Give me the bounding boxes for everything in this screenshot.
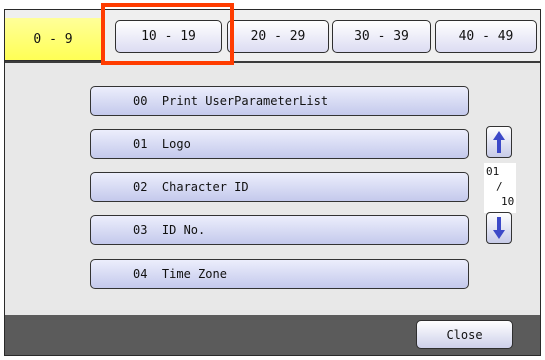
page-indicator: 01 / 10 [484, 163, 516, 213]
tab-0-9[interactable]: 0 - 9 [5, 18, 102, 61]
tab-30-39[interactable]: 30 - 39 [332, 20, 431, 53]
list-item-print-userparameterlist[interactable]: 00 Print UserParameterList [90, 86, 469, 116]
page-current: 01 [486, 165, 500, 178]
tab-40-49[interactable]: 40 - 49 [435, 20, 537, 53]
arrow-down-icon [493, 217, 505, 239]
tab-bar: 0 - 9 10 - 19 20 - 29 30 - 39 40 - 49 [5, 10, 540, 63]
close-button[interactable]: Close [416, 320, 513, 349]
arrow-up-icon [493, 131, 505, 153]
scroll-down-button[interactable] [486, 212, 512, 244]
tab-20-29[interactable]: 20 - 29 [227, 20, 329, 53]
page-separator: / [496, 180, 503, 193]
scroll-up-button[interactable] [486, 126, 512, 158]
list-item-character-id[interactable]: 02 Character ID [90, 172, 469, 202]
list-item-id-no[interactable]: 03 ID No. [90, 215, 469, 245]
list-item-logo[interactable]: 01 Logo [90, 129, 469, 159]
list-item-time-zone[interactable]: 04 Time Zone [90, 259, 469, 289]
main-panel: 0 - 9 10 - 19 20 - 29 30 - 39 40 - 49 00… [4, 9, 541, 356]
tab-10-19[interactable]: 10 - 19 [115, 20, 222, 53]
page-total: 10 [501, 195, 515, 208]
